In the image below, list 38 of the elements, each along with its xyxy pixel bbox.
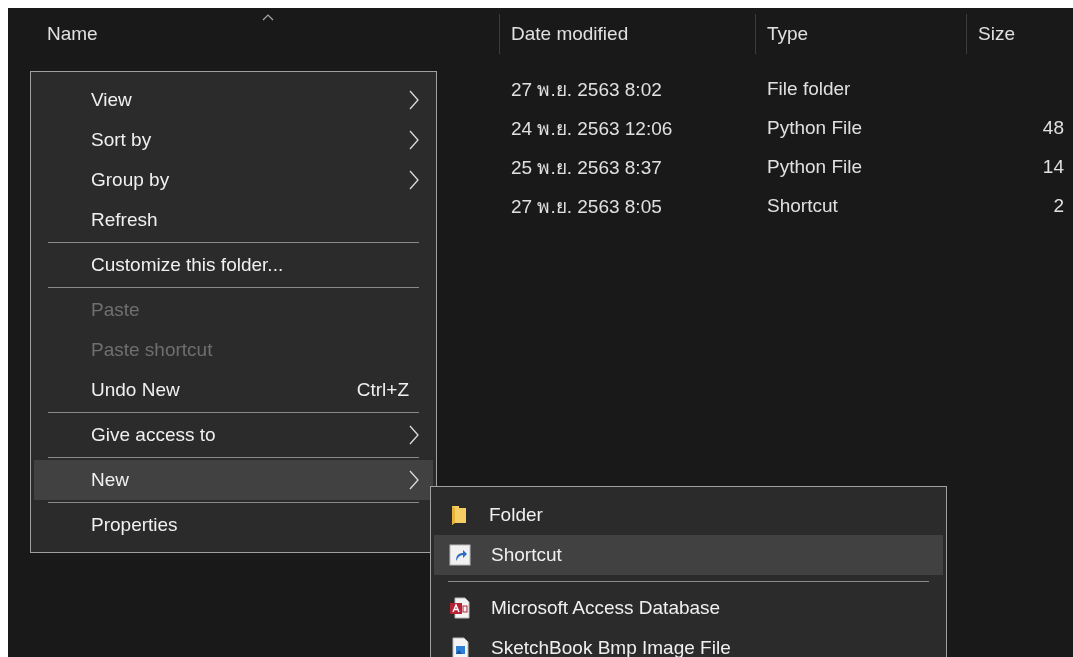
type-cell-text: Shortcut <box>766 194 839 217</box>
folder-icon <box>449 504 469 526</box>
menu-item[interactable]: Folder <box>434 495 943 535</box>
size-cell-text: 14 <box>1041 155 1065 178</box>
chevron-right-icon <box>409 470 419 490</box>
size-cell-text: 2 <box>1052 194 1065 217</box>
menu-item[interactable]: Give access to <box>34 415 433 455</box>
column-header[interactable]: Type <box>756 14 967 54</box>
menu-item[interactable]: Microsoft Access Database <box>434 588 943 628</box>
menu-item[interactable]: Sort by <box>34 120 433 160</box>
size-cell-text: 48 <box>1041 116 1065 139</box>
chevron-right-icon <box>409 425 419 445</box>
shortcut-text: Ctrl+Z <box>356 379 409 401</box>
column-header[interactable]: Name <box>8 14 500 54</box>
type-cell-text: Python File <box>766 155 864 178</box>
column-header[interactable]: Size <box>967 14 1065 54</box>
date-cell-text: 25 พ.ย. 2563 8:37 <box>510 155 663 180</box>
menu-item[interactable]: Undo New Ctrl+Z <box>34 370 433 410</box>
chevron-right-icon <box>409 170 419 190</box>
menu-item[interactable]: Refresh <box>34 200 433 240</box>
menu-item[interactable]: View <box>34 80 433 120</box>
image-file-icon <box>449 637 471 657</box>
sort-caret-icon <box>262 14 274 21</box>
menu-item[interactable]: New <box>34 460 433 500</box>
database-file-icon <box>449 597 471 619</box>
chevron-right-icon <box>409 130 419 150</box>
shortcut-icon <box>449 544 471 566</box>
date-cell-text: 24 พ.ย. 2563 12:06 <box>510 116 674 141</box>
column-header[interactable]: Date modified <box>500 14 756 54</box>
type-cell-text: File folder <box>766 77 852 100</box>
menu-item[interactable]: Group by <box>34 160 433 200</box>
menu-item[interactable]: Properties <box>34 505 433 545</box>
date-cell-text: 27 พ.ย. 2563 8:05 <box>510 194 663 219</box>
menu-item[interactable]: Shortcut <box>434 535 943 575</box>
chevron-right-icon <box>409 90 419 110</box>
date-cell-text: 27 พ.ย. 2563 8:02 <box>510 77 663 102</box>
menu-item[interactable]: Customize this folder... <box>34 245 433 285</box>
type-cell-text: Python File <box>766 116 864 139</box>
